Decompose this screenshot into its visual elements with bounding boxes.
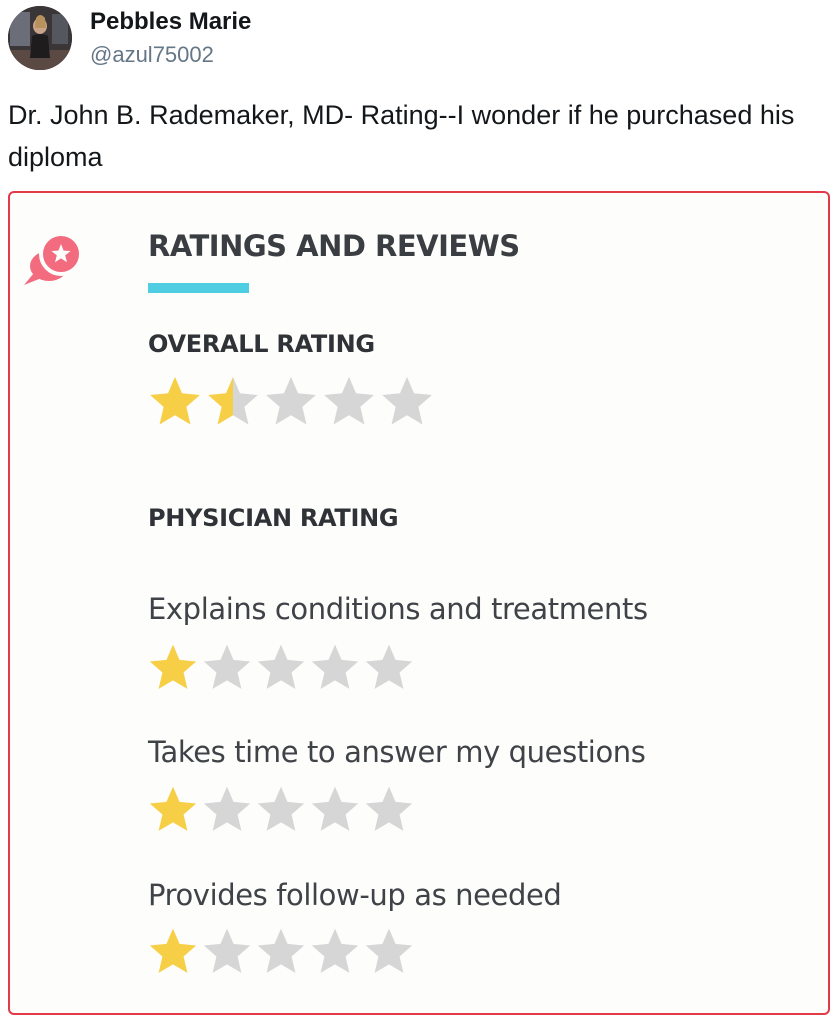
criterion-stars bbox=[146, 641, 416, 701]
card-title: RATINGS AND REVIEWS bbox=[148, 229, 520, 263]
physician-rating-label: PHYSICIAN RATING bbox=[148, 504, 399, 532]
star-empty-icon bbox=[203, 928, 251, 973]
user-handle[interactable]: @azul75002 bbox=[90, 42, 214, 68]
tweet-header: Pebbles Marie @azul75002 bbox=[8, 4, 828, 70]
star-filled-icon bbox=[149, 644, 197, 689]
star-empty-icon bbox=[311, 786, 359, 831]
star-empty-icon bbox=[257, 786, 305, 831]
criterion-stars bbox=[146, 925, 416, 985]
star-empty-icon bbox=[311, 928, 359, 973]
overall-rating-stars bbox=[146, 373, 436, 433]
criterion-label: Takes time to answer my questions bbox=[148, 735, 646, 769]
star-filled-icon bbox=[150, 376, 200, 425]
overall-rating-label: OVERALL RATING bbox=[148, 330, 375, 358]
review-bubble-star-icon bbox=[20, 229, 92, 291]
star-empty-icon bbox=[203, 644, 251, 689]
ratings-card-image: RATINGS AND REVIEWS OVERALL RATING PHYSI… bbox=[8, 191, 830, 1015]
star-empty-icon bbox=[257, 644, 305, 689]
star-filled-icon bbox=[149, 928, 197, 973]
star-empty-icon bbox=[365, 644, 413, 689]
star-empty-icon bbox=[311, 644, 359, 689]
star-empty-icon bbox=[365, 928, 413, 973]
criterion-label: Provides follow-up as needed bbox=[148, 878, 562, 912]
star-empty-icon bbox=[203, 786, 251, 831]
star-empty-icon bbox=[382, 376, 432, 425]
tweet-text: Dr. John B. Rademaker, MD- Rating--I won… bbox=[8, 100, 795, 172]
star-filled-icon bbox=[149, 786, 197, 831]
star-empty-icon bbox=[266, 376, 316, 425]
criterion-stars bbox=[146, 783, 416, 843]
title-underline bbox=[148, 283, 249, 293]
star-empty-icon bbox=[257, 928, 305, 973]
star-half-icon bbox=[208, 376, 258, 425]
display-name[interactable]: Pebbles Marie bbox=[90, 8, 251, 36]
criterion-label: Explains conditions and treatments bbox=[148, 592, 648, 626]
star-empty-icon bbox=[324, 376, 374, 425]
star-empty-icon bbox=[365, 786, 413, 831]
avatar[interactable] bbox=[8, 6, 72, 70]
